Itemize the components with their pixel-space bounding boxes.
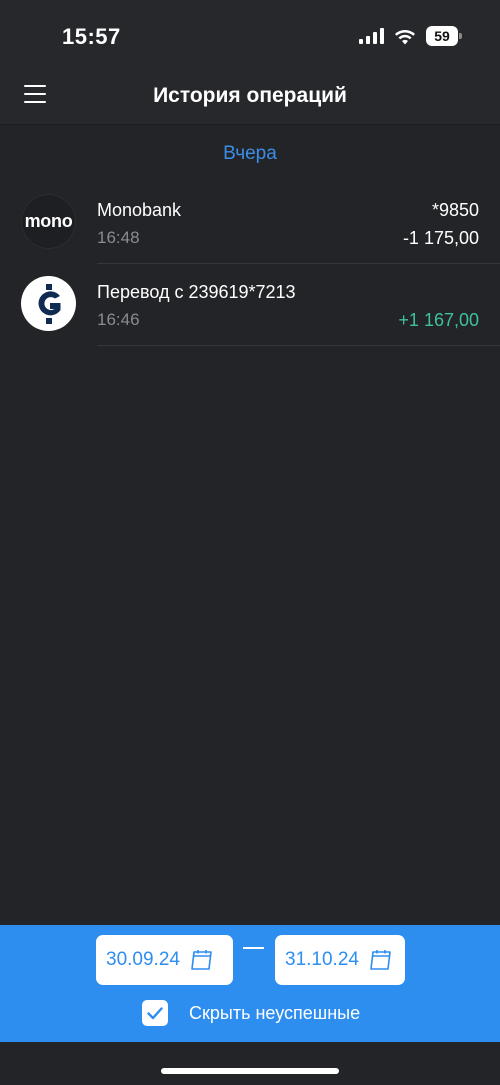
date-to-text: 31.10.24 [285, 949, 359, 970]
screen: 15:57 59 История операций Вчера mono Mon… [0, 0, 500, 1085]
home-indicator-area [0, 1042, 500, 1085]
hide-failed-checkbox[interactable] [142, 1000, 168, 1026]
cellular-signal-icon [359, 28, 384, 44]
calendar-icon [370, 950, 391, 970]
row-divider [97, 345, 500, 346]
transaction-name: Перевод с 239619*7213 [97, 282, 296, 302]
status-time: 15:57 [62, 24, 121, 49]
filter-bar: 30.09.24 31.10.24 Скрыть неуспешные [0, 925, 500, 1042]
transaction-name: Monobank [97, 200, 182, 220]
g-coin-avatar [21, 276, 76, 331]
avatar-text: mono [24, 211, 73, 231]
battery-level: 59 [434, 28, 450, 44]
date-to-button[interactable]: 31.10.24 [275, 935, 405, 985]
transaction-amount: +1 167,00 [398, 310, 479, 330]
date-range-dash [243, 947, 264, 949]
transaction-time: 16:48 [97, 228, 140, 247]
transaction-card: *9850 [431, 200, 479, 220]
hide-failed-label[interactable]: Скрыть неуспешные [189, 1003, 360, 1024]
date-section-label: Вчера [223, 143, 277, 164]
transaction-amount: -1 175,00 [402, 228, 479, 248]
transaction-time: 16:46 [97, 310, 140, 329]
home-indicator[interactable] [161, 1068, 339, 1074]
monobank-avatar: mono [21, 194, 76, 249]
transaction-row[interactable]: mono Monobank 16:48 *9850 -1 175,00 [0, 182, 500, 264]
top-bar: 15:57 59 История операций [0, 0, 500, 125]
date-from-button[interactable]: 30.09.24 [96, 935, 233, 985]
page-title: История операций [153, 84, 347, 107]
checkmark-icon [147, 1006, 163, 1019]
date-from-text: 30.09.24 [106, 949, 180, 970]
calendar-icon [191, 950, 212, 970]
transaction-row[interactable]: Перевод с 239619*7213 16:46 +1 167,00 [0, 264, 500, 346]
battery-icon: 59 [426, 26, 462, 46]
wifi-icon [395, 29, 415, 44]
g-coin-icon [38, 283, 60, 324]
status-icons: 59 [359, 26, 462, 46]
